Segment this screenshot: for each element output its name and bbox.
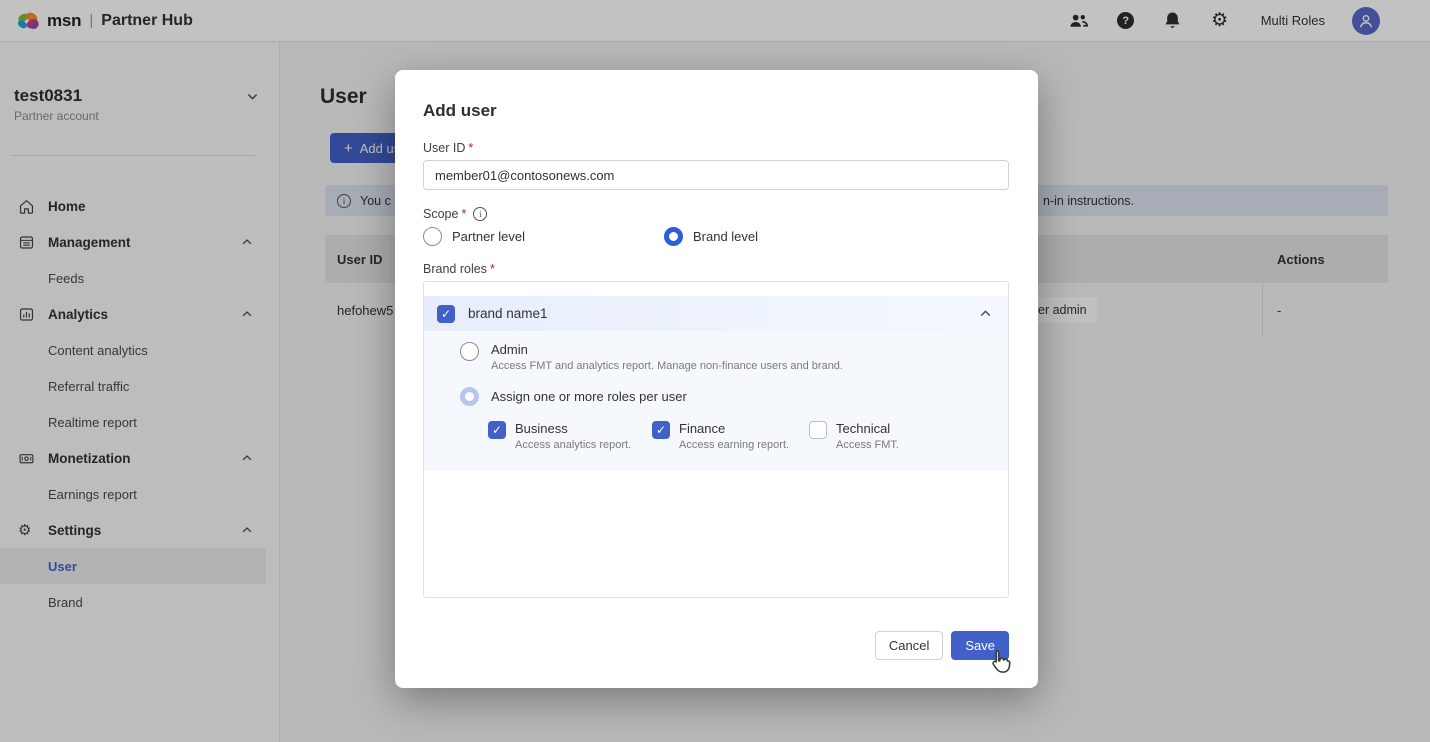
role-checkboxes: Business Access analytics report. Financ… [488, 421, 899, 451]
user-id-label: User ID* [423, 141, 473, 155]
checkbox-icon-checked[interactable] [488, 421, 506, 439]
brand-roles-options: Admin Access FMT and analytics report. M… [424, 331, 1008, 471]
business-description: Access analytics report. [515, 439, 631, 451]
checkbox-icon-unchecked[interactable] [809, 421, 827, 439]
radio-icon-selected[interactable] [460, 387, 479, 406]
brand-roles-label: Brand roles* [423, 262, 495, 276]
radio-icon[interactable] [460, 342, 479, 361]
checkbox-technical[interactable]: Technical Access FMT. [809, 421, 899, 451]
radio-icon-selected[interactable] [664, 227, 683, 246]
brand-row[interactable]: brand name1 [424, 296, 1008, 331]
radio-brand-level[interactable]: Brand level [664, 227, 758, 246]
cancel-button[interactable]: Cancel [875, 631, 943, 660]
panel-top-spacer [424, 282, 1008, 296]
collapse-chevron-up-icon[interactable] [979, 307, 992, 320]
add-user-dialog: Add user User ID* Scope* Partner level B… [395, 70, 1038, 688]
scope-info-icon[interactable] [473, 207, 487, 221]
technical-description: Access FMT. [836, 439, 899, 451]
radio-assign-roles[interactable]: Assign one or more roles per user [460, 387, 687, 406]
scope-options: Partner level Brand level [423, 227, 758, 246]
checkbox-finance[interactable]: Finance Access earning report. [652, 421, 809, 451]
dialog-title: Add user [423, 101, 497, 121]
radio-icon[interactable] [423, 227, 442, 246]
checkbox-icon-checked[interactable] [652, 421, 670, 439]
checkbox-business[interactable]: Business Access analytics report. [488, 421, 652, 451]
brand-name: brand name1 [468, 306, 548, 321]
user-id-input[interactable] [423, 160, 1009, 190]
admin-description: Access FMT and analytics report. Manage … [491, 360, 843, 372]
save-button[interactable]: Save [951, 631, 1009, 660]
radio-partner-level[interactable]: Partner level [423, 227, 525, 246]
brand-checkbox-checked[interactable] [437, 305, 455, 323]
radio-admin[interactable]: Admin Access FMT and analytics report. M… [460, 342, 843, 372]
brand-roles-panel: brand name1 Admin Access FMT and analyti… [423, 281, 1009, 598]
finance-description: Access earning report. [679, 439, 789, 451]
scope-label: Scope* [423, 207, 487, 221]
